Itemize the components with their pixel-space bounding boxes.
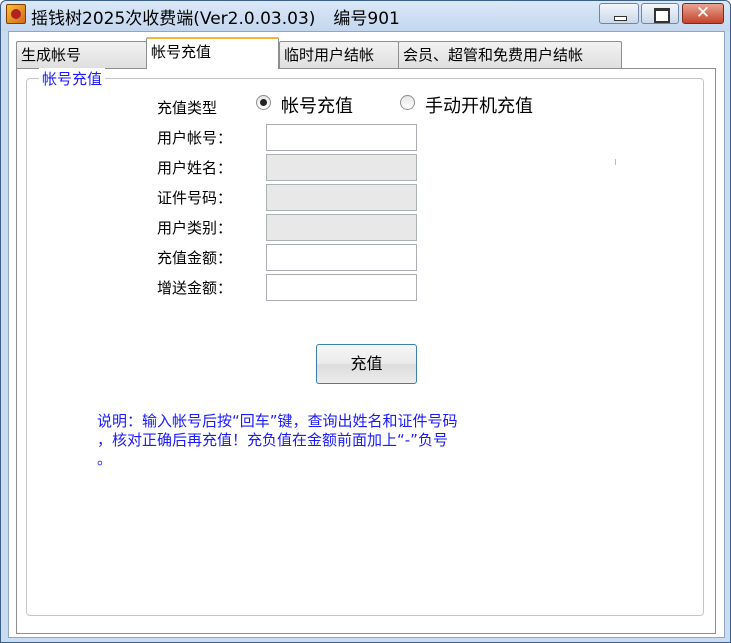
bonus-amount-field-label: 增送金额： [157,279,233,297]
tab-account-recharge[interactable]: 帐号充值 [146,37,279,69]
tab-member-checkout[interactable]: 会员、超管和免费用户结帐 [398,41,622,68]
instruction-line-3: 。 [97,450,113,468]
recharge-amount-input[interactable] [266,244,417,271]
recharge-button[interactable]: 充值 [316,344,417,384]
id-number-input[interactable] [266,184,417,211]
tab-temp-user-checkout[interactable]: 临时用户结帐 [279,41,399,68]
client-area: 生成帐号 帐号充值 临时用户结帐 会员、超管和免费用户结帐 帐号充值 充值类型 … [8,31,725,638]
radio-manual-boot-recharge-label[interactable]: 手动开机充值 [425,92,533,118]
radio-manual-boot-recharge[interactable] [400,95,415,110]
app-logo-icon [6,4,26,24]
title-bar[interactable]: 摇钱树2025次收费端(Ver2.0.03.03) 编号901 ✕ [1,1,730,31]
name-input[interactable] [266,154,417,181]
tab-panel: 帐号充值 充值类型 帐号充值 手动开机充值 用户帐号： 用户姓名： 证件号码： … [16,68,716,634]
user-type-input[interactable] [266,214,417,241]
group-legend: 帐号充值 [39,68,106,89]
instruction-note: 说明：输入帐号后按“回车”键，查询出姓名和证件号码 ，核对正确后再充值！充负值在… [97,412,458,469]
divider [615,159,616,165]
recharge-group: 帐号充值 充值类型 帐号充值 手动开机充值 用户帐号： 用户姓名： 证件号码： … [26,68,704,616]
recharge-amount-field-label: 充值金额： [157,249,233,267]
instruction-line-2: ，核对正确后再充值！充负值在金额前面加上“-”负号 [97,431,448,449]
tab-generate-account[interactable]: 生成帐号 [16,41,147,68]
recharge-type-label: 充值类型 [157,99,218,117]
window-id-label: 编号901 [333,9,400,29]
name-field-label: 用户姓名： [157,159,233,177]
account-input[interactable] [266,124,417,151]
user-type-field-label: 用户类别： [157,219,233,237]
app-window: 摇钱树2025次收费端(Ver2.0.03.03) 编号901 ✕ 生成帐号 帐号… [0,0,731,643]
close-icon: ✕ [695,3,711,23]
account-field-label: 用户帐号： [157,129,233,147]
radio-account-recharge[interactable] [256,95,271,110]
window-title: 摇钱树2025次收费端(Ver2.0.03.03) 编号901 [31,4,400,29]
instruction-line-1: 说明：输入帐号后按“回车”键，查询出姓名和证件号码 [97,412,458,430]
maximize-button[interactable] [641,3,679,24]
id-number-field-label: 证件号码： [157,189,233,207]
bonus-amount-input[interactable] [266,274,417,301]
radio-account-recharge-label[interactable]: 帐号充值 [281,92,353,118]
window-title-text: 摇钱树2025次收费端(Ver2.0.03.03) [31,9,316,29]
close-button[interactable]: ✕ [682,3,724,24]
minimize-button[interactable] [599,3,639,24]
